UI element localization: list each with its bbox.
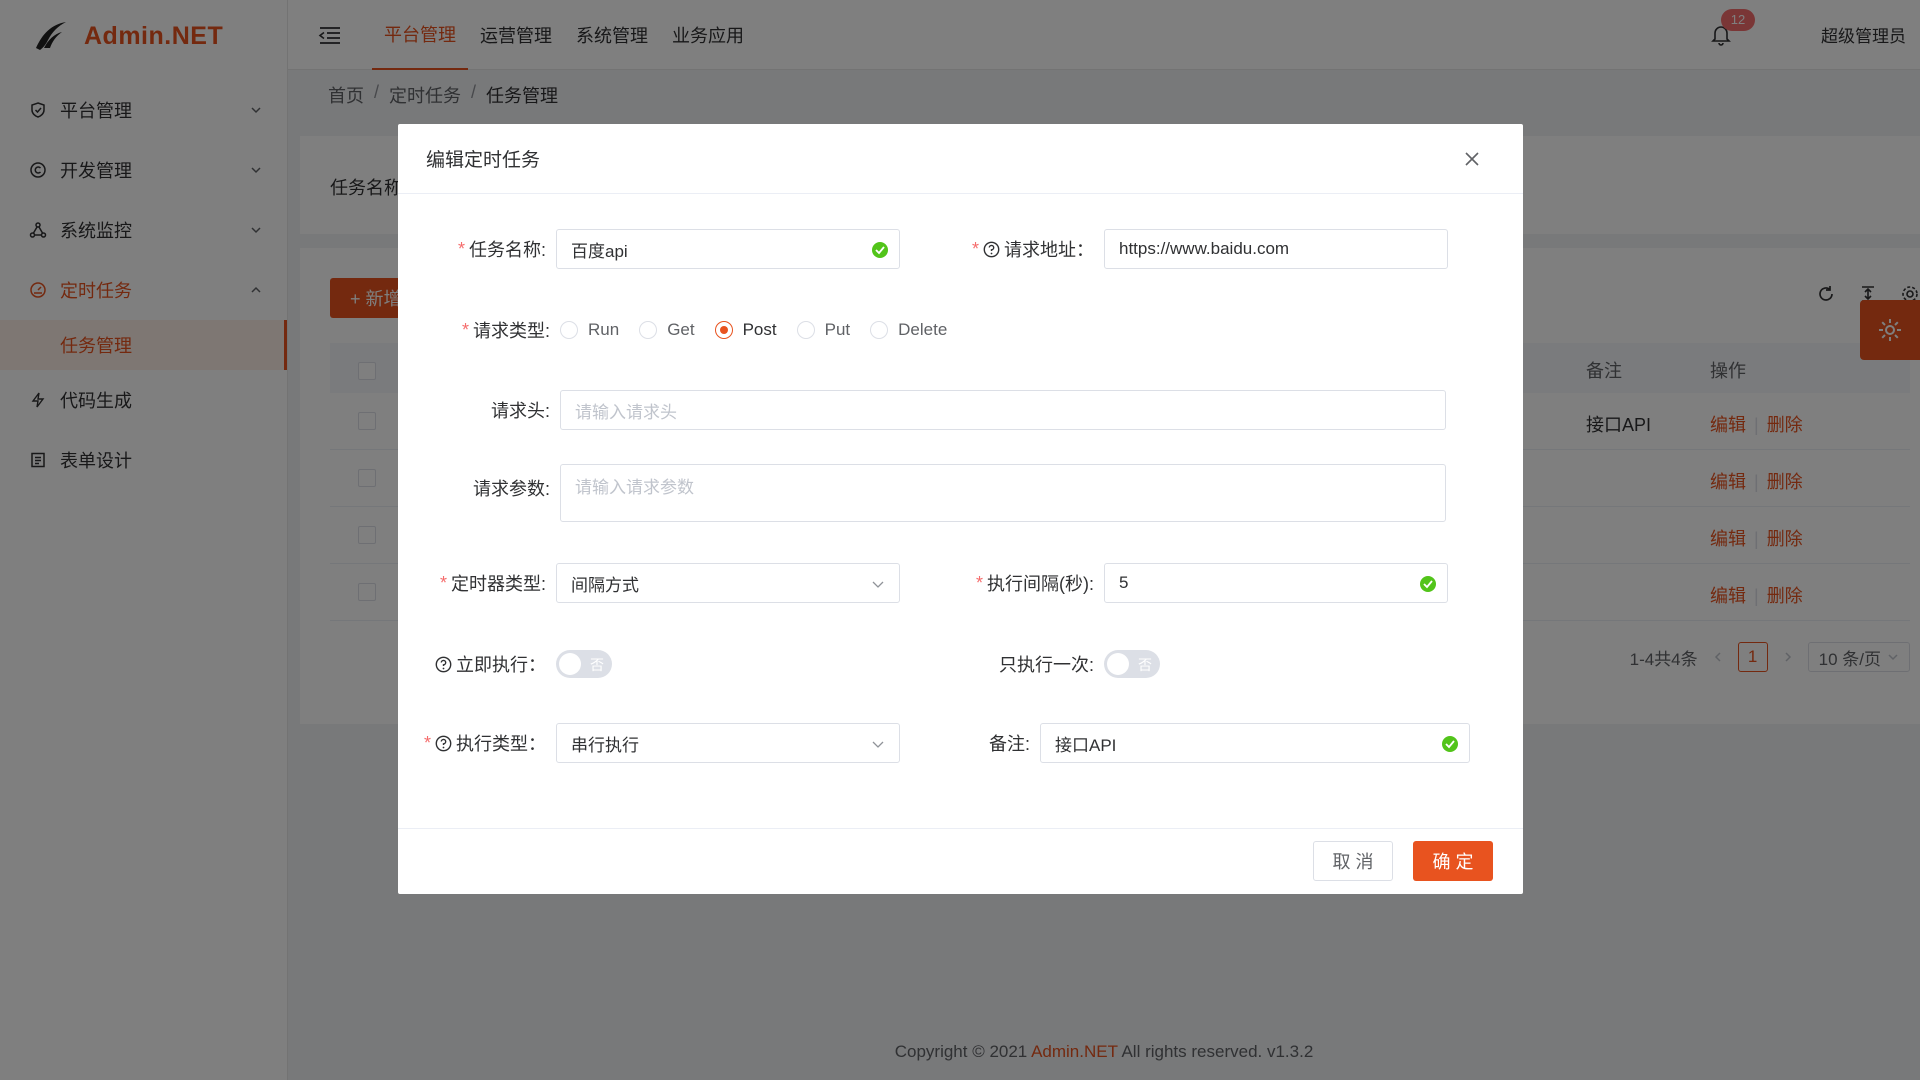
headers-label: 请求头: (490, 401, 550, 421)
switch-text: 否 (590, 657, 604, 673)
timer-type-label: * 定时器类型: (439, 572, 546, 595)
job-name-value: 百度api (571, 241, 628, 261)
dialog-footer: 取 消 确 定 (398, 828, 1523, 894)
params-placeholder: 请输入请求参数 (575, 478, 694, 497)
question-circle-icon (983, 241, 1000, 257)
radio-label: Delete (898, 320, 948, 339)
request-url-value: https://www.baidu.com (1119, 239, 1290, 258)
question-circle-icon (435, 656, 452, 672)
interval-input[interactable]: 5 (1104, 563, 1448, 603)
radio-circle (796, 321, 815, 339)
request-type-radio-group: Run Get Post Put Delete (560, 310, 947, 350)
close-icon[interactable] (1461, 148, 1483, 170)
timer-type-value: 间隔方式 (571, 575, 639, 595)
radio-circle (639, 321, 658, 339)
exec-type-label: * 执行类型： (423, 732, 546, 755)
dialog-header: 编辑定时任务 (398, 124, 1523, 194)
radio-post[interactable]: Post (714, 320, 777, 340)
radio-label: Get (667, 320, 695, 339)
switch-knob (559, 653, 581, 675)
radio-delete[interactable]: Delete (870, 320, 947, 340)
params-label: 请求参数: (472, 479, 550, 499)
remark-label: 备注: (988, 734, 1030, 754)
switch-text: 否 (1138, 657, 1152, 673)
switch-knob (1107, 653, 1129, 675)
radio-circle (870, 321, 889, 339)
headers-input[interactable]: 请输入请求头 (560, 390, 1446, 430)
run-once-label: 只执行一次: (998, 655, 1094, 675)
job-name-label: * 任务名称: (457, 238, 546, 261)
interval-label: * 执行间隔(秒): (975, 572, 1094, 595)
run-now-switch[interactable]: 否 (556, 650, 612, 678)
radio-label: Run (588, 320, 620, 339)
request-url-label: * 请求地址： (971, 238, 1094, 261)
radio-get[interactable]: Get (639, 320, 695, 340)
exec-type-value: 串行执行 (571, 735, 639, 755)
edit-job-dialog: 编辑定时任务 * 任务名称: 百度api * 请求地址： https://www.b… (398, 124, 1523, 894)
check-circle-icon (1442, 736, 1458, 752)
question-circle-icon (435, 735, 452, 751)
radio-circle (714, 321, 733, 339)
confirm-button[interactable]: 确 定 (1413, 841, 1493, 881)
check-circle-icon (1420, 576, 1436, 592)
timer-type-select[interactable]: 间隔方式 (556, 563, 900, 603)
exec-type-select[interactable]: 串行执行 (556, 723, 900, 763)
radio-put[interactable]: Put (796, 320, 851, 340)
interval-value: 5 (1119, 573, 1129, 592)
headers-placeholder: 请输入请求头 (575, 402, 677, 422)
radio-circle (560, 321, 578, 339)
check-circle-icon (872, 242, 888, 258)
radio-run[interactable]: Run (560, 320, 619, 340)
radio-label: Post (742, 320, 777, 339)
cancel-button[interactable]: 取 消 (1313, 841, 1393, 881)
request-url-input[interactable]: https://www.baidu.com (1104, 229, 1448, 269)
dialog-title: 编辑定时任务 (426, 150, 541, 171)
chevron-down-icon (872, 581, 884, 588)
run-once-switch[interactable]: 否 (1104, 650, 1160, 678)
chevron-down-icon (872, 741, 884, 748)
run-now-label: 立即执行： (418, 644, 546, 684)
job-name-input[interactable]: 百度api (556, 229, 900, 269)
remark-input[interactable]: 接口API (1040, 723, 1470, 763)
request-type-label: * 请求类型: (461, 319, 550, 342)
params-textarea[interactable]: 请输入请求参数 (560, 464, 1446, 522)
radio-label: Put (824, 320, 851, 339)
remark-value: 接口API (1055, 735, 1117, 755)
